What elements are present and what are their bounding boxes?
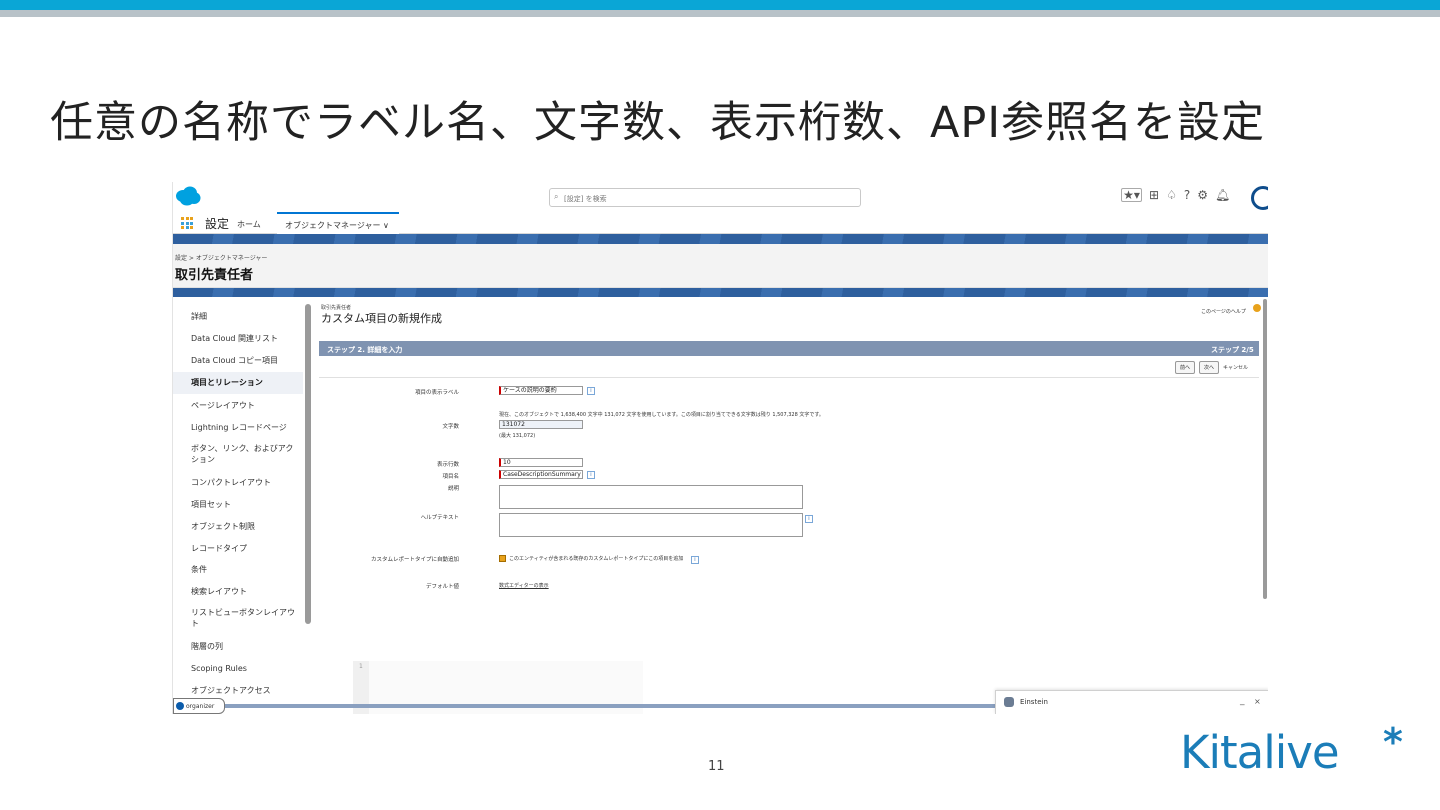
- object-title: 取引先責任者: [175, 268, 254, 283]
- sidebar-item-compact-layouts[interactable]: コンパクトレイアウト: [173, 477, 303, 489]
- custom-field-wizard: 取引先責任者 カスタム項目の新規作成 このページのヘルプ ステップ 2. 詳細を…: [319, 297, 1267, 714]
- help-text-info-icon[interactable]: i: [805, 515, 813, 523]
- sidebar-item-scoping-rules[interactable]: Scoping Rules: [173, 663, 303, 675]
- slide-top-grey-bar: [0, 10, 1440, 17]
- slide-title: 任意の名称でラベル名、文字数、表示桁数、API参照名を設定: [50, 98, 1266, 148]
- einstein-label: Einstein: [1020, 698, 1048, 706]
- sidebar-item-record-types[interactable]: レコードタイプ: [173, 543, 303, 555]
- form-divider: [319, 377, 1259, 378]
- length-max-note: (最大 131,072): [499, 433, 536, 439]
- sidebar-item-buttons-links-actions[interactable]: ボタン、リンク、およびアクション: [173, 443, 297, 467]
- editor-line-number: 1: [359, 663, 363, 670]
- app-nav-bar: 設定 ホーム オブジェクトマネージャー ∨: [173, 212, 1268, 234]
- nav-object-manager-tab[interactable]: オブジェクトマネージャー ∨: [277, 212, 399, 234]
- length-input[interactable]: 131072: [499, 420, 583, 429]
- next-button[interactable]: 次へ: [1199, 361, 1220, 374]
- einstein-icon: [1004, 697, 1014, 707]
- wizard-title: カスタム項目の新規作成: [321, 312, 442, 325]
- wizard-buttons: 前へ 次へ キャンセル: [1175, 361, 1248, 374]
- field-name-info-icon[interactable]: i: [587, 471, 595, 479]
- report-type-info-icon[interactable]: i: [691, 556, 699, 564]
- sidebar-item-lightning-record-pages[interactable]: Lightning レコードページ: [173, 422, 303, 434]
- cancel-link[interactable]: キャンセル: [1223, 364, 1248, 371]
- sidebar-item-object-limits[interactable]: オブジェクト制限: [173, 521, 303, 533]
- breadcrumb[interactable]: 設定 > オブジェクトマネージャー: [175, 253, 267, 262]
- kitalive-logo-mark: *: [1383, 720, 1403, 764]
- field-name-label: 項目名: [442, 474, 459, 480]
- help-text-label: ヘルプテキスト: [420, 515, 459, 521]
- object-sidebar: 詳細 Data Cloud 関連リスト Data Cloud コピー項目 項目と…: [173, 297, 305, 714]
- sidebar-item-conditions[interactable]: 条件: [173, 564, 303, 576]
- report-type-checkbox[interactable]: [499, 555, 506, 562]
- report-type-label: カスタムレポートタイプに自動追加: [370, 557, 459, 563]
- content-scrollbar[interactable]: [1263, 299, 1267, 599]
- page-help-link[interactable]: このページのヘルプ: [1201, 308, 1246, 315]
- field-label-input[interactable]: ケースの説明の要約: [499, 386, 583, 395]
- gear-icon[interactable]: ⚙: [1197, 188, 1208, 202]
- setup-search-input[interactable]: ⌕ [設定] を検索: [549, 188, 861, 207]
- usage-note: 現在、このオブジェクトで 1,638,400 文字中 131,072 文字を使用…: [499, 412, 824, 418]
- slide-top-accent-bar: [0, 0, 1440, 10]
- help-icon[interactable]: ?: [1184, 188, 1190, 202]
- field-label-info-icon[interactable]: i: [587, 387, 595, 395]
- prev-button[interactable]: 前へ: [1175, 361, 1196, 374]
- app-launcher-icon[interactable]: [181, 217, 193, 229]
- einstein-panel[interactable]: Einstein _ ×: [995, 690, 1268, 714]
- visible-lines-input[interactable]: 10: [499, 458, 583, 467]
- report-type-checkbox-text: このエンティティが含まれる既存のカスタムレポートタイプにこの項目を追加: [509, 556, 684, 562]
- object-page-header: 設定 > オブジェクトマネージャー 取引先責任者: [173, 244, 1268, 288]
- kitalive-logo: Kitalive: [1180, 726, 1340, 779]
- sidebar-item-fields-relationships[interactable]: 項目とリレーション: [173, 372, 303, 394]
- step-bar: ステップ 2. 詳細を入力 ステップ 2/5: [319, 341, 1259, 356]
- sidebar-item-field-sets[interactable]: 項目セット: [173, 499, 303, 511]
- sidebar-item-data-cloud-related-lists[interactable]: Data Cloud 関連リスト: [173, 333, 303, 345]
- avatar[interactable]: [1251, 186, 1268, 210]
- sidebar-scrollbar[interactable]: [305, 304, 311, 624]
- nav-home-tab[interactable]: ホーム: [237, 219, 261, 230]
- global-header: ⌕ [設定] を検索 ★▾ ⊞ ♤ ? ⚙ 🔔︎: [173, 182, 1268, 212]
- sidebar-item-hierarchy-columns[interactable]: 階層の列: [173, 641, 303, 653]
- sidebar-item-object-access[interactable]: オブジェクトアクセス: [173, 685, 303, 697]
- length-label: 文字数: [442, 424, 459, 430]
- help-question-icon[interactable]: [1253, 304, 1261, 312]
- sidebar-item-search-layouts[interactable]: 検索レイアウト: [173, 586, 303, 598]
- salesforce-cloud-icon[interactable]: [175, 185, 201, 207]
- search-icon: ⌕: [554, 192, 559, 201]
- description-label: 説明: [447, 486, 459, 492]
- field-label-label: 項目の表示ラベル: [414, 390, 459, 396]
- sidebar-item-details[interactable]: 詳細: [173, 311, 303, 323]
- organizer-button[interactable]: organizer: [173, 698, 225, 714]
- sidebar-item-list-view-button-layout[interactable]: リストビューボタンレイアウト: [173, 607, 297, 631]
- header-band-bottom: [173, 288, 1268, 297]
- sidebar-item-page-layouts[interactable]: ページレイアウト: [173, 400, 303, 412]
- close-icon[interactable]: ×: [1254, 697, 1261, 706]
- step-title: ステップ 2. 詳細を入力: [327, 346, 403, 354]
- salesforce-screenshot: ⌕ [設定] を検索 ★▾ ⊞ ♤ ? ⚙ 🔔︎ 設定 ホーム オブジェクトマネ…: [172, 182, 1268, 714]
- header-band-top: [173, 234, 1268, 244]
- formula-editor-link[interactable]: 数式エディターの表示: [499, 582, 549, 589]
- app-name: 設定: [205, 217, 230, 231]
- bell-icon[interactable]: 🔔︎: [1215, 188, 1230, 202]
- step-counter: ステップ 2/5: [1211, 346, 1254, 354]
- sidebar-item-data-cloud-copy-fields[interactable]: Data Cloud コピー項目: [173, 355, 303, 367]
- help-text-textarea[interactable]: [499, 513, 803, 537]
- trailhead-icon[interactable]: ♤: [1166, 188, 1177, 202]
- search-placeholder: [設定] を検索: [564, 195, 607, 203]
- slide-page-number: 11: [708, 759, 725, 774]
- description-textarea[interactable]: [499, 485, 803, 509]
- organizer-label: organizer: [186, 703, 215, 710]
- field-name-input[interactable]: CaseDescriptionSummary: [499, 470, 583, 479]
- utility-bar-edge: [173, 704, 995, 708]
- minimize-icon[interactable]: _: [1240, 696, 1245, 706]
- header-icons: ★▾ ⊞ ♤ ? ⚙ 🔔︎: [1121, 188, 1230, 202]
- default-value-label: デフォルト値: [425, 584, 459, 590]
- favorites-star-icon[interactable]: ★▾: [1121, 188, 1142, 202]
- organizer-icon: [176, 702, 184, 710]
- visible-lines-label: 表示行数: [436, 462, 459, 468]
- plus-icon[interactable]: ⊞: [1149, 188, 1159, 202]
